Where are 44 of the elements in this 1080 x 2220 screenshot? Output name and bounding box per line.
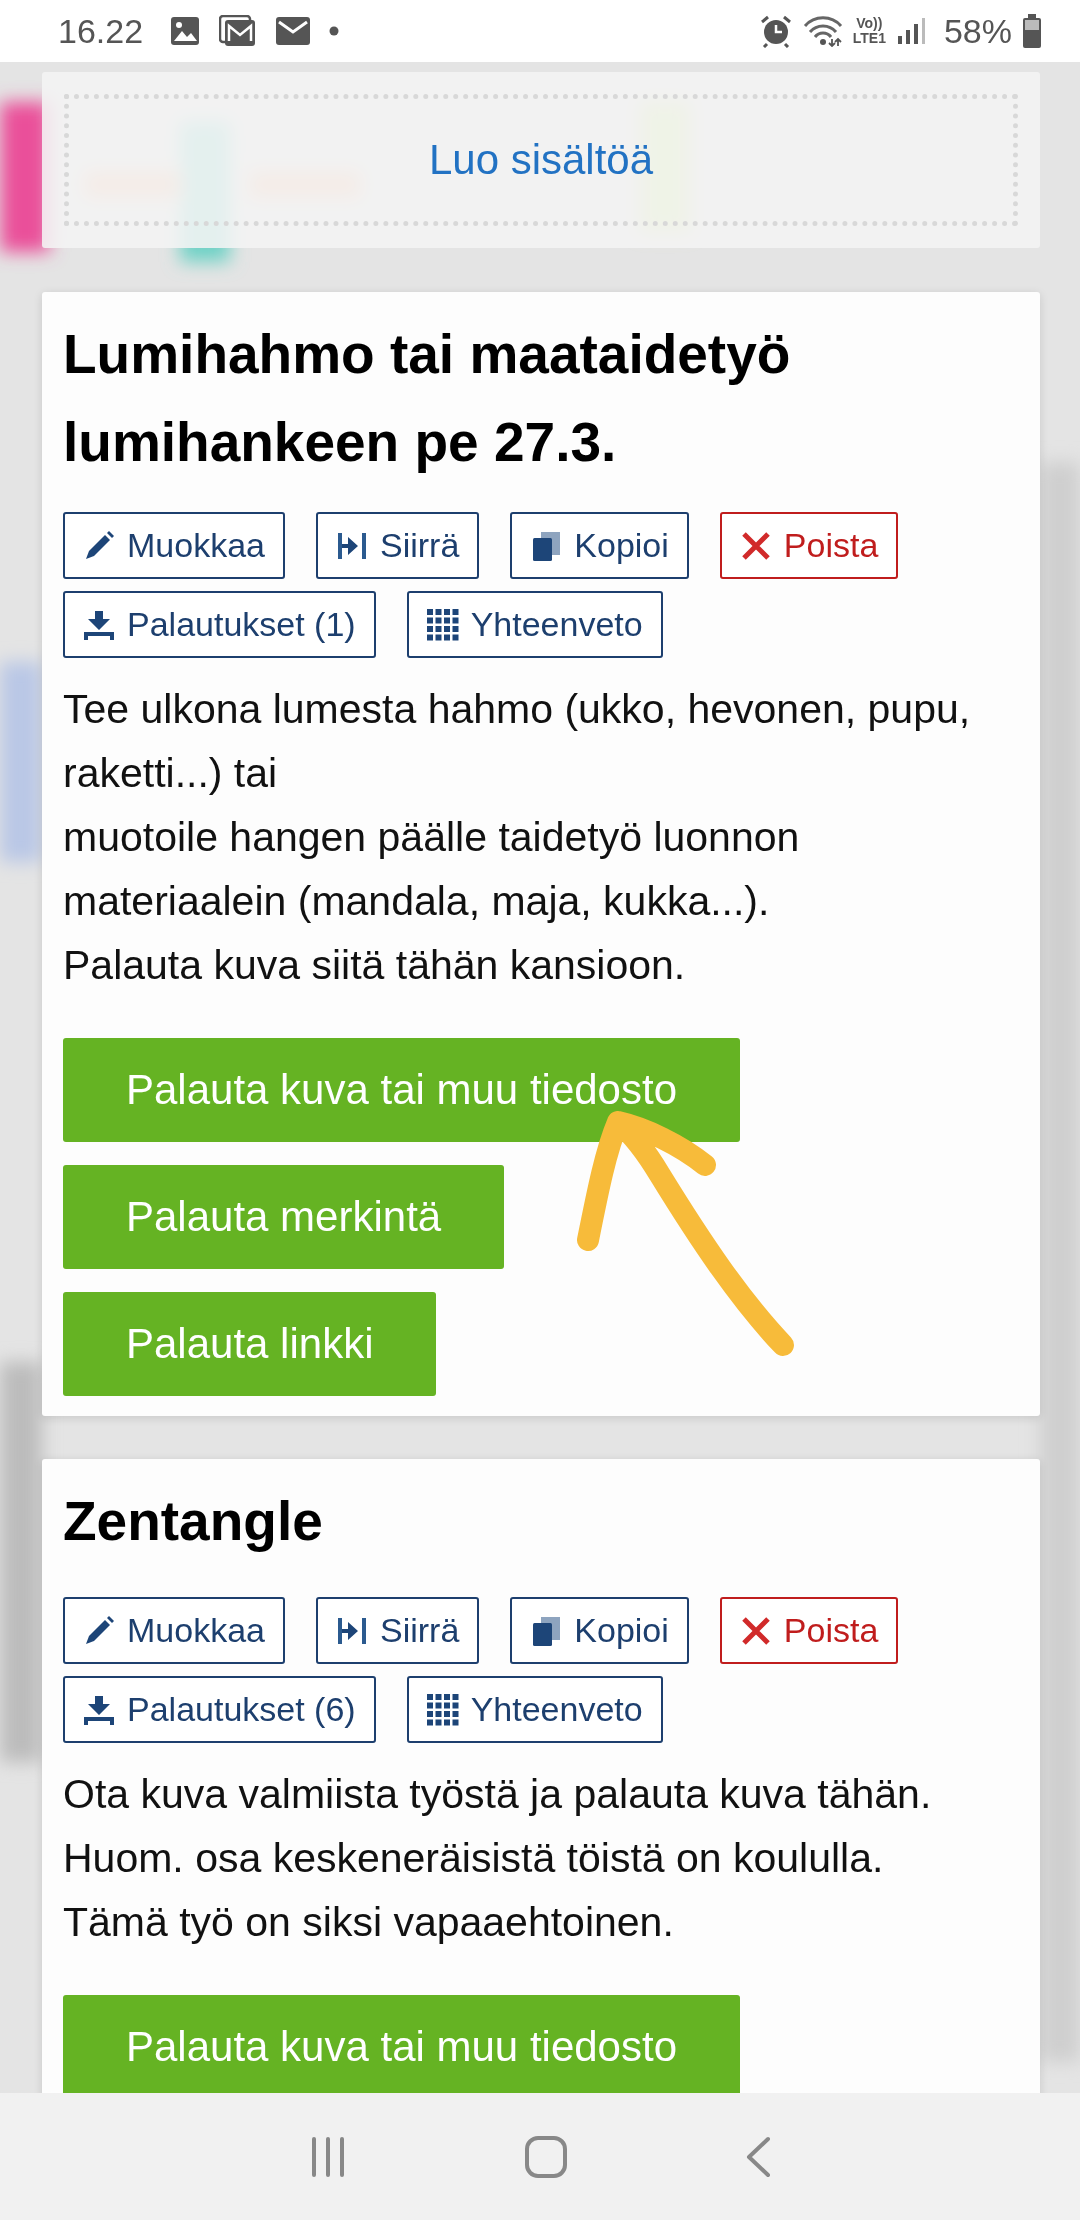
network-label: LTE1 xyxy=(852,31,886,46)
mail-icon xyxy=(275,16,312,46)
edit-button[interactable]: Muokkaa xyxy=(63,1597,285,1664)
gallery-icon xyxy=(219,15,258,47)
battery-icon xyxy=(1022,14,1042,48)
image-icon xyxy=(169,15,202,47)
submissions-button[interactable]: Palautukset (6) xyxy=(63,1676,376,1743)
download-tray-icon xyxy=(83,1693,115,1726)
signal-icon xyxy=(895,16,926,46)
grid-icon xyxy=(426,608,459,641)
home-icon[interactable] xyxy=(524,2134,568,2179)
dot-icon xyxy=(329,26,340,36)
close-icon xyxy=(739,1614,772,1647)
submissions-button[interactable]: Palautukset (1) xyxy=(63,591,376,658)
pencil-icon xyxy=(83,529,115,562)
network-label: Vo)) xyxy=(856,16,883,31)
summary-button[interactable]: Yhteenveto xyxy=(406,1676,663,1743)
description-text: Tämä työ on siksi vapaaehtoinen. xyxy=(63,1898,675,1947)
move-button[interactable]: Siirrä xyxy=(315,1597,480,1664)
description-text: Huom. osa keskeneräisistä töistä on koululla. xyxy=(63,1834,885,1883)
delete-button[interactable]: Poista xyxy=(719,1597,899,1664)
wifi-icon xyxy=(802,15,843,47)
copy-icon xyxy=(530,1614,563,1647)
battery-percentage: 58% xyxy=(943,11,1012,51)
back-icon[interactable] xyxy=(744,2134,772,2179)
description-text: Palauta kuva siitä tähän kansioon. xyxy=(63,941,687,990)
alarm-icon xyxy=(758,14,793,48)
download-tray-icon xyxy=(83,608,115,641)
copy-button[interactable]: Kopioi xyxy=(510,1597,689,1664)
clock-time: 16.22 xyxy=(58,11,144,51)
create-content-link[interactable]: Luo sisältöä xyxy=(64,94,1018,226)
pencil-icon xyxy=(83,1614,115,1647)
description-text: Ota kuva valmiista työstä ja palauta kuva tähän. xyxy=(63,1770,933,1819)
assignment-title: Lumihahmo tai maataidetyö lumihankeen pe 27.3. xyxy=(63,322,792,475)
copy-icon xyxy=(530,529,563,562)
assignment-title: Zentangle xyxy=(63,1489,324,1554)
grid-icon xyxy=(426,1693,459,1726)
description-text: muotoile hangen päälle taidetyö luonnon materiaalein (mandala, maja, kukka...). xyxy=(63,813,801,926)
move-button[interactable]: Siirrä xyxy=(315,512,480,579)
summary-button[interactable]: Yhteenveto xyxy=(406,591,663,658)
close-icon xyxy=(739,529,772,562)
copy-button[interactable]: Kopioi xyxy=(510,512,689,579)
delete-button[interactable]: Poista xyxy=(719,512,899,579)
edit-button[interactable]: Muokkaa xyxy=(63,512,285,579)
